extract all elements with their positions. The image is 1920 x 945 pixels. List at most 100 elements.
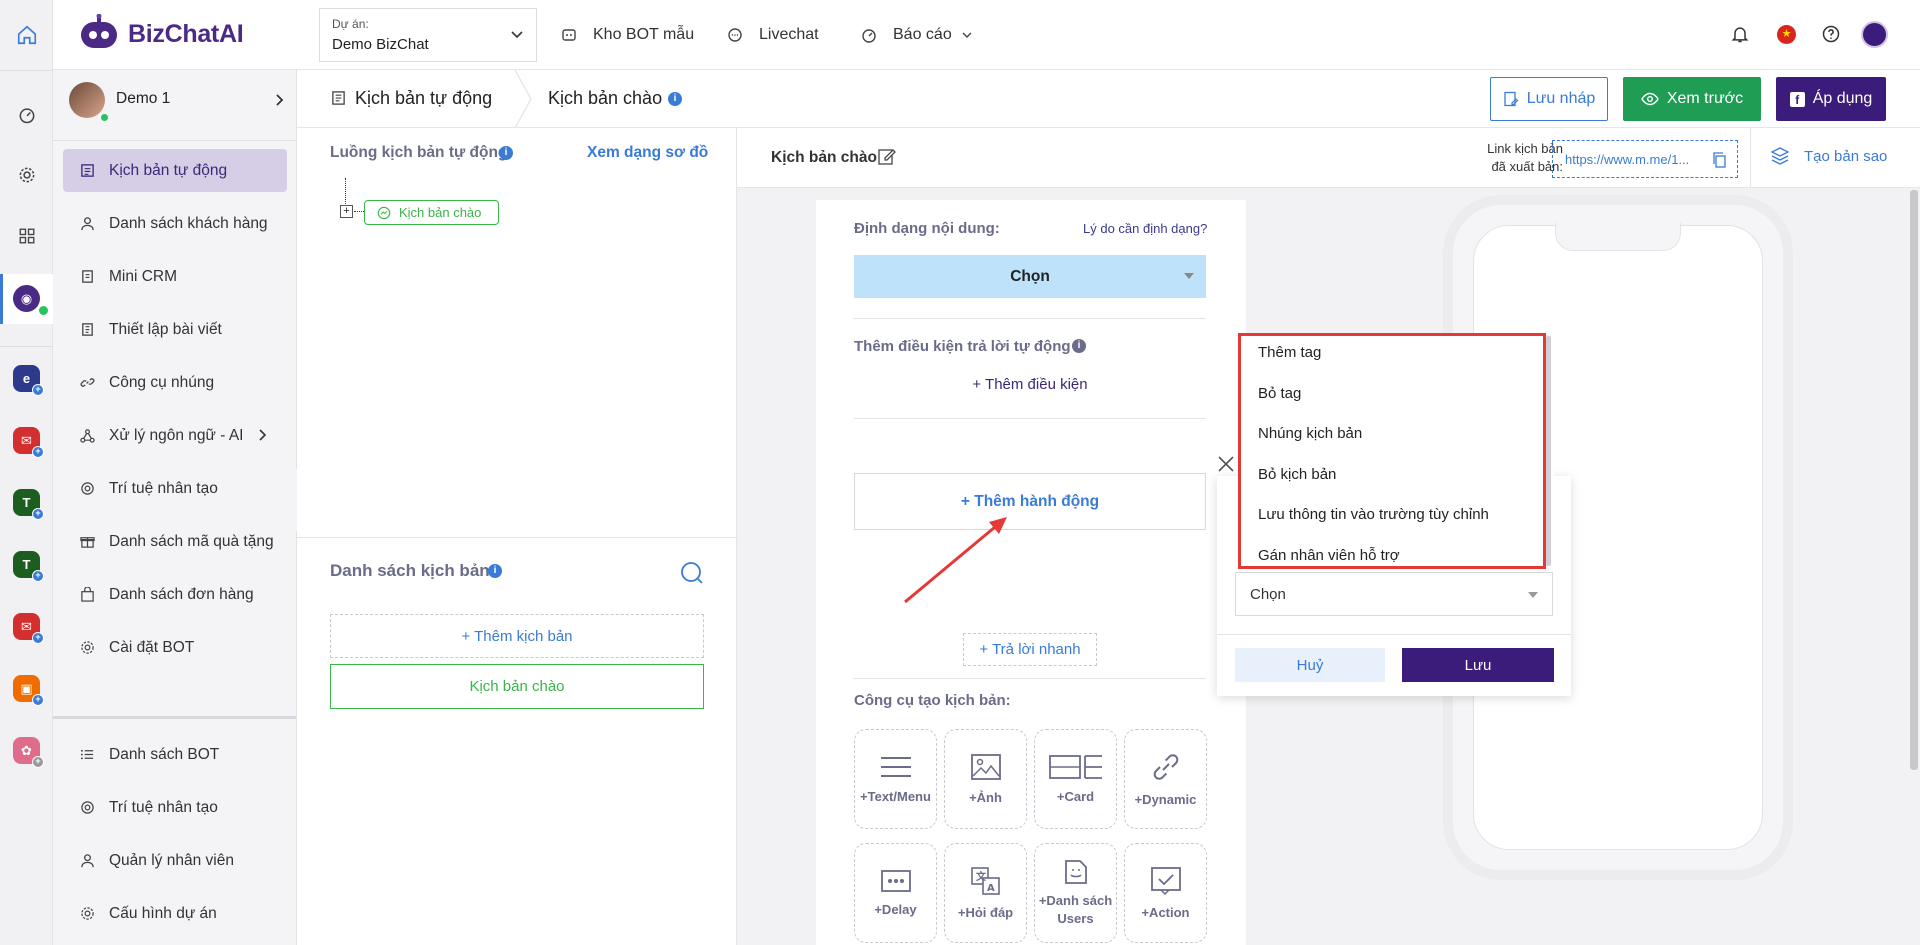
bag-icon xyxy=(79,587,95,603)
sidebar-item-label: Danh sách đơn hàng xyxy=(109,585,254,603)
app-icon-t1[interactable]: T + xyxy=(13,489,44,520)
app-rail: ◉ e + ✉ + T + T + ✉ + ▣ + ✿ + xyxy=(0,0,53,945)
close-icon[interactable] xyxy=(1216,454,1236,474)
copy-icon[interactable] xyxy=(1711,151,1727,169)
apply-button[interactable]: f Áp dụng xyxy=(1776,77,1886,121)
breadcrumb-parent[interactable]: Kịch bản tự động xyxy=(355,88,492,109)
published-link-label: Link kịch bản đã xuất bản: xyxy=(1447,140,1563,176)
home-icon[interactable] xyxy=(0,13,53,57)
messenger-icon xyxy=(377,206,391,219)
user-name[interactable]: Demo 1 xyxy=(116,90,170,108)
tool-user-list[interactable]: +Danh sách Users xyxy=(1034,843,1117,943)
published-link-field[interactable]: https://www.m.me/1... xyxy=(1552,140,1738,178)
project-select[interactable]: Dự án: Demo BizChat xyxy=(319,8,537,62)
info-icon[interactable]: i xyxy=(488,564,502,578)
nav-livechat[interactable]: Livechat xyxy=(727,0,819,70)
sidebar-item-label: Cài đặt BOT xyxy=(109,638,195,656)
typing-icon xyxy=(880,869,911,892)
bell-icon[interactable] xyxy=(1730,24,1750,44)
tool-text-menu[interactable]: +Text/Menu xyxy=(854,729,937,829)
sidebar-item-label: Quản lý nhân viên xyxy=(109,851,234,869)
tool-dynamic[interactable]: +Dynamic xyxy=(1124,729,1207,829)
sidebar-item-bot-settings[interactable]: Cài đặt BOT xyxy=(63,626,287,669)
sidebar-item-ai-2[interactable]: Trí tuệ nhân tạo xyxy=(63,786,287,829)
tool-qa[interactable]: 文A +Hỏi đáp xyxy=(944,843,1027,943)
dropdown-scrollbar[interactable] xyxy=(1546,336,1551,566)
user-avatar[interactable] xyxy=(69,82,105,118)
nav-bot-templates[interactable]: Kho BOT mẫu xyxy=(561,0,694,70)
dashboard-icon[interactable] xyxy=(0,93,53,137)
sidebar-item-orders[interactable]: Danh sách đơn hàng xyxy=(63,573,287,616)
sidebar-item-ai[interactable]: Trí tuệ nhân tạo xyxy=(63,467,287,510)
sidebar-item-label: Mini CRM xyxy=(109,267,178,285)
duplicate-button[interactable]: Tạo bản sao xyxy=(1770,146,1887,166)
vietnam-flag-icon[interactable]: ★ xyxy=(1777,25,1796,44)
edit-pencil-icon[interactable] xyxy=(877,146,897,166)
info-icon[interactable]: i xyxy=(668,92,682,106)
sidebar-item-customers[interactable]: Danh sách khách hàng xyxy=(63,202,287,245)
cancel-button[interactable]: Huỷ xyxy=(1235,648,1385,682)
sidebar-item-gift-codes[interactable]: Danh sách mã quà tặng xyxy=(63,520,287,563)
tool-label: +Text/Menu xyxy=(860,788,931,804)
format-select[interactable]: Chọn xyxy=(854,255,1206,298)
save-button[interactable]: Lưu xyxy=(1402,648,1554,682)
sidebar-item-auto-scripts[interactable]: Kịch bản tự động xyxy=(63,149,287,192)
card-icon xyxy=(1048,754,1102,779)
tool-action[interactable]: +Action xyxy=(1124,843,1207,943)
rail-active-bot[interactable]: ◉ xyxy=(0,274,53,324)
sidebar-item-bot-list[interactable]: Danh sách BOT xyxy=(63,733,287,776)
chevron-right-icon[interactable] xyxy=(275,94,285,106)
app-icon-t2[interactable]: T + xyxy=(13,551,44,582)
apps-grid-icon[interactable] xyxy=(0,214,53,258)
account-avatar[interactable] xyxy=(1861,21,1888,48)
info-icon[interactable]: i xyxy=(1072,339,1086,353)
eye-icon xyxy=(1641,92,1659,106)
project-label: Dự án: xyxy=(332,17,369,31)
tool-label: +Action xyxy=(1141,904,1190,920)
expand-node-icon[interactable]: + xyxy=(340,205,353,218)
action-select[interactable]: Chọn xyxy=(1235,572,1553,616)
dropdown-option-add-tag[interactable]: Thêm tag xyxy=(1258,344,1321,361)
sidebar-item-label: Danh sách khách hàng xyxy=(109,214,268,232)
quick-reply-button[interactable]: + Trả lời nhanh xyxy=(963,633,1097,666)
app-icon-mail-2[interactable]: ✉ + xyxy=(13,613,44,644)
sidebar-item-embed-tools[interactable]: Công cụ nhúng xyxy=(63,361,287,404)
dropdown-option-embed-script[interactable]: Nhúng kịch bản xyxy=(1258,425,1362,442)
search-icon[interactable] xyxy=(680,561,704,585)
sidebar: Demo 1 Kịch bản tự động Danh sách khách … xyxy=(53,70,297,945)
translate-icon: 文A xyxy=(970,866,1000,895)
tool-image[interactable]: +Ảnh xyxy=(944,729,1027,829)
format-why-link[interactable]: Lý do cần định dạng? xyxy=(1083,221,1207,236)
add-condition-button[interactable]: + Thêm điều kiện xyxy=(854,376,1206,393)
script-list-item[interactable]: Kịch bản chào xyxy=(330,664,704,709)
add-script-button[interactable]: + Thêm kịch bản xyxy=(330,614,704,658)
app-icon-orange[interactable]: ▣ + xyxy=(13,675,44,706)
save-draft-button[interactable]: Lưu nháp xyxy=(1490,77,1608,121)
dropdown-option-assign-staff[interactable]: Gán nhân viên hỗ trợ xyxy=(1258,547,1400,564)
app-icon-1[interactable]: e + xyxy=(13,365,44,396)
sidebar-item-staff[interactable]: Quản lý nhân viên xyxy=(63,839,287,882)
info-icon[interactable]: i xyxy=(499,146,513,160)
view-diagram-link[interactable]: Xem dạng sơ đồ xyxy=(587,144,708,162)
sidebar-item-posts[interactable]: Thiết lập bài viết xyxy=(63,308,287,351)
tool-card[interactable]: +Card xyxy=(1034,729,1117,829)
tool-delay[interactable]: +Delay xyxy=(854,843,937,943)
brand-logo[interactable]: BizChatAI xyxy=(78,14,244,54)
app-icon-pink[interactable]: ✿ + xyxy=(13,737,44,768)
dropdown-option-remove-script[interactable]: Bỏ kịch bản xyxy=(1258,466,1336,483)
flow-node[interactable]: Kịch bản chào xyxy=(364,200,499,225)
dropdown-option-remove-tag[interactable]: Bỏ tag xyxy=(1258,385,1301,402)
chevron-down-icon xyxy=(962,30,972,40)
preview-button[interactable]: Xem trước xyxy=(1623,77,1761,121)
sidebar-item-mini-crm[interactable]: Mini CRM xyxy=(63,255,287,298)
nav-reports[interactable]: Báo cáo xyxy=(861,0,972,70)
dropdown-option-save-custom-field[interactable]: Lưu thông tin vào trường tùy chỉnh xyxy=(1258,506,1489,523)
sidebar-item-project-config[interactable]: Cấu hình dự án xyxy=(63,892,287,935)
user-icon xyxy=(79,216,95,232)
sidebar-item-nlp-ai[interactable]: Xử lý ngôn ngữ - AI xyxy=(63,414,287,457)
auto-reply-condition-label: Thêm điều kiện trả lời tự động xyxy=(854,338,1071,355)
app-icon-mail[interactable]: ✉ + xyxy=(13,427,44,458)
help-icon[interactable] xyxy=(1821,24,1841,44)
settings-icon[interactable] xyxy=(0,153,53,197)
editor-scrollbar[interactable] xyxy=(1910,190,1918,770)
